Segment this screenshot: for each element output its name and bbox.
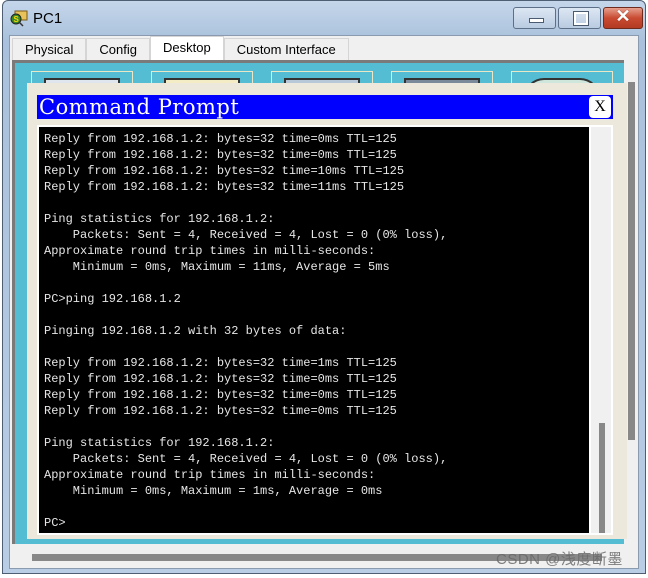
console-line: Packets: Sent = 4, Received = 4, Lost = … bbox=[44, 452, 448, 466]
tab-config[interactable]: Config bbox=[86, 38, 150, 60]
close-icon: ✕ bbox=[615, 6, 631, 26]
console-line: Approximate round trip times in milli-se… bbox=[44, 244, 376, 258]
pc1-window: S PC1 ✕ Physical Config Desktop Custom I… bbox=[2, 0, 646, 574]
maximize-button[interactable] bbox=[558, 7, 601, 29]
console-line: Reply from 192.168.1.2: bytes=32 time=0m… bbox=[44, 404, 397, 418]
console-line: PC> bbox=[44, 516, 66, 530]
packet-tracer-pc-icon: S bbox=[10, 10, 28, 27]
console-line: Reply from 192.168.1.2: bytes=32 time=11… bbox=[44, 180, 405, 194]
maximize-icon bbox=[573, 11, 589, 26]
console-line: Reply from 192.168.1.2: bytes=32 time=0m… bbox=[44, 388, 397, 402]
desktop-vertical-scroll-thumb[interactable] bbox=[628, 82, 635, 440]
minimize-icon bbox=[529, 18, 544, 23]
tab-physical[interactable]: Physical bbox=[12, 38, 87, 60]
command-prompt-header: Command Prompt X bbox=[37, 95, 613, 119]
command-prompt-close-button[interactable]: X bbox=[589, 96, 611, 118]
console-line: Approximate round trip times in milli-se… bbox=[44, 468, 376, 482]
title-bar[interactable]: S PC1 ✕ bbox=[3, 1, 645, 35]
console-line: Minimum = 0ms, Maximum = 11ms, Average =… bbox=[44, 260, 390, 274]
console-output[interactable]: Reply from 192.168.1.2: bytes=32 time=0m… bbox=[39, 127, 589, 533]
console-line: Reply from 192.168.1.2: bytes=32 time=10… bbox=[44, 164, 405, 178]
tab-desktop[interactable]: Desktop bbox=[150, 36, 224, 60]
console-line: Pinging 192.168.1.2 with 32 bytes of dat… bbox=[44, 324, 347, 338]
command-prompt-title: Command Prompt bbox=[39, 95, 240, 119]
tab-bar: Physical Config Desktop Custom Interface bbox=[12, 36, 349, 60]
minimize-button[interactable] bbox=[513, 7, 556, 29]
console-scroll-thumb[interactable] bbox=[599, 423, 605, 533]
console-line: Ping statistics for 192.168.1.2: bbox=[44, 436, 275, 450]
tab-custom-interface[interactable]: Custom Interface bbox=[223, 38, 349, 60]
watermark-text: CSDN @浅度断墨 bbox=[496, 551, 623, 568]
console-container: Reply from 192.168.1.2: bytes=32 time=0m… bbox=[37, 125, 613, 535]
console-scrollbar[interactable] bbox=[591, 127, 611, 533]
console-line: Minimum = 0ms, Maximum = 1ms, Average = … bbox=[44, 484, 383, 498]
console-line: Reply from 192.168.1.2: bytes=32 time=0m… bbox=[44, 132, 397, 146]
close-window-button[interactable]: ✕ bbox=[603, 6, 643, 29]
console-line: Ping statistics for 192.168.1.2: bbox=[44, 212, 275, 226]
console-line: PC>ping 192.168.1.2 bbox=[44, 292, 181, 306]
console-line: Reply from 192.168.1.2: bytes=32 time=1m… bbox=[44, 356, 397, 370]
command-prompt-panel: Command Prompt X Reply from 192.168.1.2:… bbox=[27, 83, 627, 539]
console-line: Packets: Sent = 4, Received = 4, Lost = … bbox=[44, 228, 448, 242]
window-title: PC1 bbox=[33, 10, 63, 27]
console-line: Reply from 192.168.1.2: bytes=32 time=0m… bbox=[44, 148, 397, 162]
console-line: Reply from 192.168.1.2: bytes=32 time=0m… bbox=[44, 372, 397, 386]
